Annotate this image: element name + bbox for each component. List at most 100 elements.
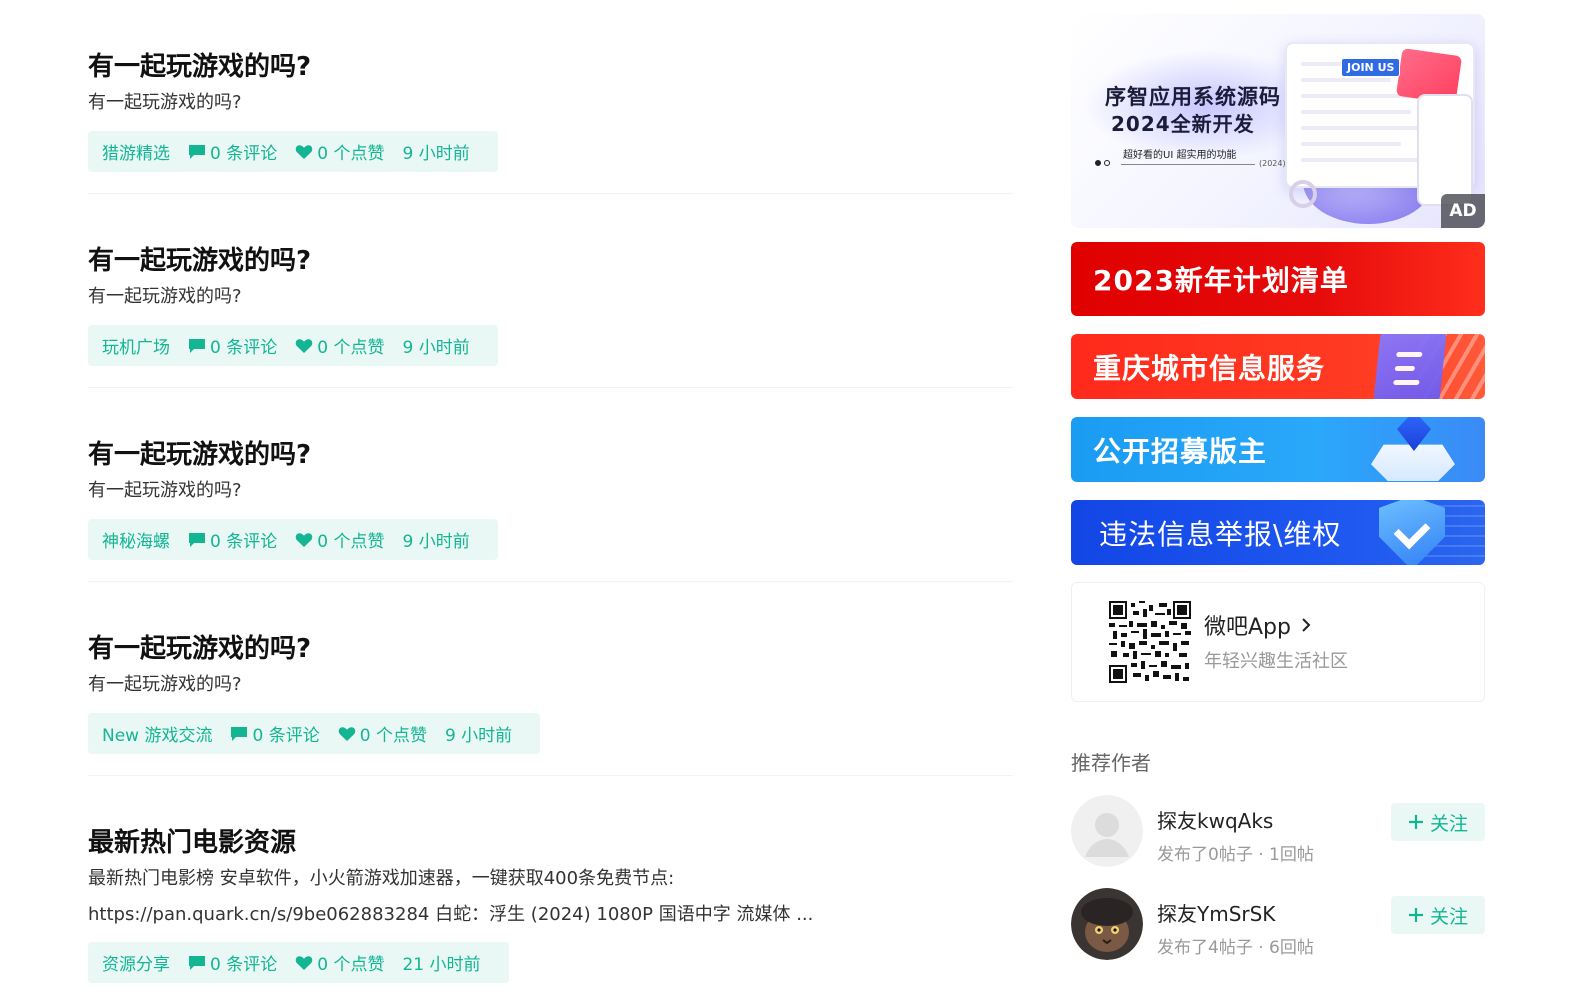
post-card[interactable]: 有一起玩游戏的吗? 有一起玩游戏的吗? 神秘海螺 0 条评论 0 个点赞 9 小… (88, 388, 1013, 582)
post-card[interactable]: 最新热门电影资源 最新热门电影榜 安卓软件，小火箭游戏加速器，一键获取400条免… (88, 776, 1013, 993)
post-meta: 神秘海螺 0 条评论 0 个点赞 9 小时前 (88, 519, 498, 560)
post-category[interactable]: 资源分享 (102, 950, 170, 975)
avatar[interactable] (1071, 888, 1143, 960)
app-subtitle: 年轻兴趣生活社区 (1204, 651, 1348, 672)
post-card[interactable]: 有一起玩游戏的吗? 有一起玩游戏的吗? New 游戏交流 0 条评论 0 个点赞… (88, 582, 1013, 776)
post-time: 9 小时前 (402, 532, 470, 552)
post-excerpt[interactable]: 有一起玩游戏的吗? (88, 88, 242, 114)
like-count-text: 0 个点赞 (317, 144, 385, 164)
like-count: 0 个点赞 (295, 527, 384, 552)
comment-count: 0 条评论 (230, 721, 320, 746)
like-count-text: 0 个点赞 (317, 955, 385, 975)
post-card[interactable]: 有一起玩游戏的吗? 有一起玩游戏的吗? 猎游精选 0 条评论 0 个点赞 9 小… (88, 0, 1013, 194)
post-title[interactable]: 有一起玩游戏的吗? (88, 434, 311, 471)
like-count: 0 个点赞 (295, 333, 384, 358)
comment-count-text: 0 条评论 (210, 955, 278, 975)
banner-label: 公开招募版主 (1093, 434, 1268, 468)
post-excerpt[interactable]: 有一起玩游戏的吗? (88, 476, 242, 502)
comment-count: 0 条评论 (188, 333, 277, 358)
author-item[interactable]: 探友kwqAks 发布了0帖子 · 1回帖 关注 (1071, 795, 1485, 867)
comment-count-text: 0 条评论 (210, 144, 278, 164)
heart-icon (295, 955, 313, 970)
ad-tagline: 超好看的UI 超实用的功能 (1123, 150, 1237, 161)
like-count-text: 0 个点赞 (317, 532, 385, 552)
banner-recruit-moderator[interactable]: 公开招募版主 (1071, 417, 1485, 482)
recommend-authors-title: 推荐作者 (1071, 751, 1151, 775)
like-count-text: 0 个点赞 (317, 338, 385, 358)
follow-button[interactable]: 关注 (1391, 803, 1485, 841)
post-excerpt[interactable]: 有一起玩游戏的吗? (88, 282, 242, 308)
post-time: 9 小时前 (444, 726, 513, 746)
ad-phone-mockup (1417, 94, 1473, 206)
ad-banner[interactable]: JOIN US 序智应用系统源码 2024全新开发 超好看的UI 超实用的功能 … (1071, 14, 1485, 228)
banner-new-year-plan[interactable]: 2023新年计划清单 (1071, 242, 1485, 316)
qr-code-icon (1109, 601, 1191, 683)
author-name[interactable]: 探友YmSrSK (1157, 898, 1275, 927)
post-time: 21 小时前 (402, 955, 481, 975)
like-count: 0 个点赞 (338, 721, 427, 746)
post-title[interactable]: 有一起玩游戏的吗? (88, 240, 311, 277)
ad-subheadline: 2024全新开发 (1111, 112, 1255, 136)
ad-divider (1121, 164, 1255, 165)
plus-icon (1408, 815, 1423, 829)
post-meta: 猎游精选 0 条评论 0 个点赞 9 小时前 (88, 131, 498, 172)
banner-label: 违法信息举报\维权 (1099, 517, 1342, 551)
ad-decoration (1289, 180, 1317, 208)
app-name[interactable]: 微吧App (1204, 609, 1311, 641)
like-count-text: 0 个点赞 (359, 726, 427, 746)
comment-count: 0 条评论 (188, 139, 277, 164)
author-stats: 发布了4帖子 · 6回帖 (1157, 938, 1314, 958)
comment-count: 0 条评论 (188, 950, 277, 975)
avatar[interactable] (1071, 795, 1143, 867)
banner-report-illegal[interactable]: 违法信息举报\维权 (1071, 500, 1485, 565)
comment-icon (231, 726, 248, 741)
author-stats: 发布了0帖子 · 1回帖 (1157, 845, 1314, 865)
post-excerpt[interactable]: 最新热门电影榜 安卓软件，小火箭游戏加速器，一键获取400条免费节点: (88, 864, 674, 890)
comment-count: 0 条评论 (188, 527, 277, 552)
post-excerpt[interactable]: 有一起玩游戏的吗? (88, 670, 242, 696)
post-title[interactable]: 有一起玩游戏的吗? (88, 46, 311, 83)
heart-icon (295, 338, 313, 353)
post-card[interactable]: 有一起玩游戏的吗? 有一起玩游戏的吗? 玩机广场 0 条评论 0 个点赞 9 小… (88, 194, 1013, 388)
post-title[interactable]: 有一起玩游戏的吗? (88, 628, 311, 665)
ad-year: (2024) (1259, 159, 1286, 168)
banner-city-info[interactable]: 重庆城市信息服务 (1071, 334, 1485, 399)
follow-label: 关注 (1429, 905, 1468, 928)
plus-icon (1408, 908, 1423, 922)
follow-button[interactable]: 关注 (1391, 896, 1485, 934)
heart-icon (338, 726, 355, 741)
ad-dots (1095, 160, 1110, 166)
default-avatar-icon (1071, 795, 1143, 867)
banner-label: 2023新年计划清单 (1093, 264, 1349, 297)
post-time: 9 小时前 (402, 338, 470, 358)
document-icon (1372, 334, 1448, 399)
post-category[interactable]: 神秘海螺 (102, 527, 170, 552)
post-time: 9 小时前 (402, 144, 470, 164)
banner-label: 重庆城市信息服务 (1093, 351, 1326, 385)
post-category[interactable]: New 游戏交流 (102, 721, 212, 746)
user-avatar-image (1071, 888, 1143, 960)
heart-icon (295, 532, 313, 547)
comment-count-text: 0 条评论 (210, 338, 278, 358)
author-name[interactable]: 探友kwqAks (1157, 805, 1273, 834)
post-feed: 有一起玩游戏的吗? 有一起玩游戏的吗? 猎游精选 0 条评论 0 个点赞 9 小… (88, 0, 1013, 983)
app-download-card[interactable]: 微吧App 年轻兴趣生活社区 (1071, 582, 1485, 702)
author-item[interactable]: 探友YmSrSK 发布了4帖子 · 6回帖 关注 (1071, 888, 1485, 960)
like-count: 0 个点赞 (295, 139, 384, 164)
post-category[interactable]: 猎游精选 (102, 139, 170, 164)
comment-icon (189, 955, 205, 970)
comment-count-text: 0 条评论 (210, 532, 278, 552)
post-meta: 资源分享 0 条评论 0 个点赞 21 小时前 (88, 942, 509, 983)
chevron-right-icon (1302, 618, 1311, 632)
follow-label: 关注 (1429, 812, 1468, 835)
post-excerpt[interactable]: https://pan.quark.cn/s/9be062883284 白蛇：浮… (88, 900, 813, 926)
comment-count-text: 0 条评论 (252, 726, 320, 746)
post-category[interactable]: 玩机广场 (102, 333, 170, 358)
comment-icon (189, 144, 205, 159)
like-count: 0 个点赞 (295, 950, 384, 975)
heart-icon (295, 144, 313, 159)
comment-icon (189, 338, 205, 353)
ad-headline: 序智应用系统源码 (1105, 85, 1281, 109)
ad-join-label: JOIN US (1341, 58, 1401, 77)
post-title[interactable]: 最新热门电影资源 (88, 822, 296, 859)
